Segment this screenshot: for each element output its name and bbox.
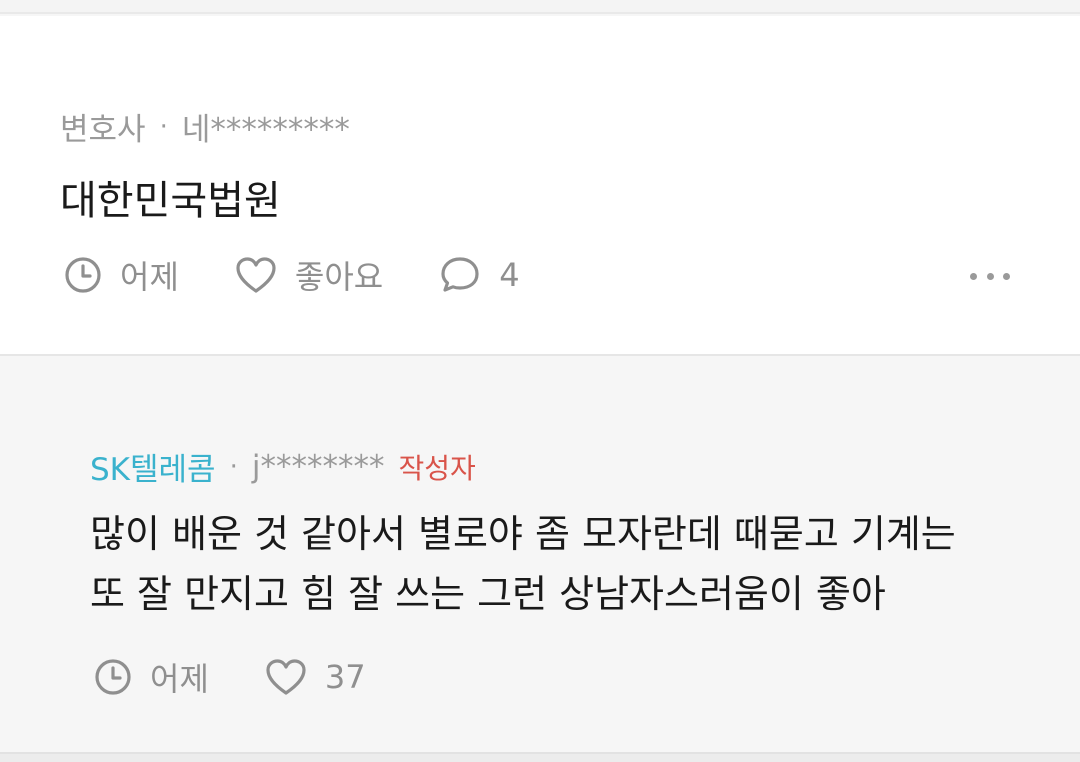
comment-bubble-icon xyxy=(441,257,479,292)
like-label: 좋아요 xyxy=(294,258,384,296)
reply-meta: SK텔레콤 · j******** 작성자 xyxy=(90,444,476,489)
reply-body: 많이 배운 것 같아서 별로야 좀 모자란데 때묻고 기계는 또 잘 만지고 힘… xyxy=(90,504,1030,624)
reply-time: 어제 xyxy=(94,654,209,700)
meta-separator: · xyxy=(159,111,168,142)
reply-like-button[interactable]: 37 xyxy=(265,658,366,696)
post-card: 변호사 · 네********* 대한민국법원 어제 좋아요 4 xyxy=(0,16,1080,356)
heart-icon xyxy=(236,257,276,293)
post-job: 변호사 xyxy=(60,112,146,148)
post-actions: 어제 좋아요 4 xyxy=(64,252,576,298)
reply-time-label: 어제 xyxy=(150,660,209,698)
comment-count: 4 xyxy=(499,256,520,294)
post-user: 네********* xyxy=(181,112,350,148)
post-meta: 변호사 · 네********* xyxy=(60,104,350,149)
clock-icon xyxy=(95,659,131,695)
heart-icon xyxy=(266,659,306,695)
reply-card: SK텔레콤 · j******** 작성자 많이 배운 것 같아서 별로야 좀 … xyxy=(0,356,1080,756)
reply-like-count: 37 xyxy=(324,658,366,696)
post-body: 대한민국법원 xyxy=(60,178,281,224)
more-dots-icon xyxy=(970,272,977,280)
reply-company[interactable]: SK텔레콤 xyxy=(90,444,216,489)
reply-body-line: 또 잘 만지고 힘 잘 쓰는 그런 상남자스러움이 좋아 xyxy=(90,572,886,616)
bottom-divider xyxy=(0,752,1080,762)
top-divider xyxy=(0,0,1080,14)
more-options-button[interactable] xyxy=(970,264,1010,288)
meta-separator: · xyxy=(229,451,238,482)
reply-user: j******** xyxy=(251,448,385,485)
reply-actions: 어제 37 xyxy=(94,654,422,700)
author-badge: 작성자 xyxy=(398,451,476,485)
post-time: 어제 xyxy=(64,252,179,298)
like-button[interactable]: 좋아요 xyxy=(235,252,383,298)
post-time-label: 어제 xyxy=(120,258,179,296)
reply-body-line: 많이 배운 것 같아서 별로야 좀 모자란데 때묻고 기계는 xyxy=(90,512,956,556)
clock-icon xyxy=(65,257,101,293)
comment-button[interactable]: 4 xyxy=(439,255,520,295)
